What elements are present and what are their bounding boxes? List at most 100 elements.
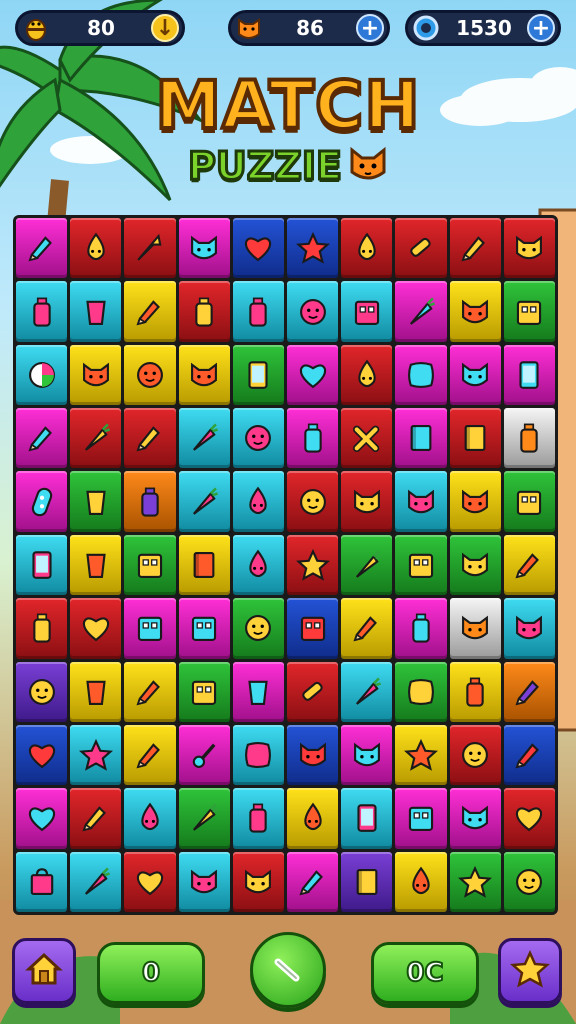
board-tile[interactable] [232, 281, 284, 342]
board-tile[interactable] [503, 788, 555, 849]
board-tile[interactable] [16, 661, 68, 722]
board-tile[interactable] [449, 788, 501, 849]
board-tile[interactable] [449, 534, 501, 596]
board-tile[interactable] [287, 851, 339, 912]
board-tile[interactable] [503, 408, 555, 469]
board-tile[interactable] [16, 218, 68, 279]
plus-icon[interactable]: + [527, 14, 555, 42]
board-tile[interactable] [287, 788, 339, 849]
board-tile[interactable] [449, 408, 501, 469]
board-tile[interactable] [395, 281, 447, 342]
board-tile[interactable] [341, 724, 393, 786]
board-tile[interactable] [503, 661, 555, 722]
board-tile[interactable] [449, 344, 501, 406]
board-tile[interactable] [178, 471, 230, 532]
board-tile[interactable] [287, 344, 339, 406]
board-tile[interactable] [395, 598, 447, 659]
board-tile[interactable] [124, 598, 176, 659]
board-tile[interactable] [232, 788, 284, 849]
board-tile[interactable] [16, 598, 68, 659]
board-tile[interactable] [70, 218, 122, 279]
board-tile[interactable] [287, 724, 339, 786]
board-tile[interactable] [178, 534, 230, 596]
board-tile[interactable] [124, 344, 176, 406]
board-tile[interactable] [341, 851, 393, 912]
download-arrow-icon[interactable]: ↓ [151, 14, 179, 42]
board-tile[interactable] [232, 598, 284, 659]
board-tile[interactable] [232, 851, 284, 912]
home-button[interactable] [12, 938, 76, 1004]
board-tile[interactable] [503, 534, 555, 596]
board-tile[interactable] [70, 281, 122, 342]
board-tile[interactable] [70, 534, 122, 596]
board-tile[interactable] [395, 534, 447, 596]
board-tile[interactable] [178, 281, 230, 342]
board-tile[interactable] [178, 344, 230, 406]
board-tile[interactable] [449, 218, 501, 279]
board-tile[interactable] [16, 408, 68, 469]
board-tile[interactable] [16, 788, 68, 849]
board-tile[interactable] [449, 661, 501, 722]
board-tile[interactable] [124, 408, 176, 469]
right-counter-button[interactable]: 0C [371, 942, 479, 1004]
board-tile[interactable] [178, 408, 230, 469]
board-tile[interactable] [70, 724, 122, 786]
board-tile[interactable] [124, 661, 176, 722]
star-button[interactable] [498, 938, 562, 1004]
center-clock-button[interactable] [250, 932, 326, 1008]
plus-icon[interactable]: + [356, 14, 384, 42]
board-tile[interactable] [178, 218, 230, 279]
board-tile[interactable] [124, 724, 176, 786]
board-tile[interactable] [503, 344, 555, 406]
board-tile[interactable] [395, 408, 447, 469]
board-tile[interactable] [395, 344, 447, 406]
board-tile[interactable] [341, 598, 393, 659]
board-tile[interactable] [503, 471, 555, 532]
board-tile[interactable] [70, 408, 122, 469]
board-tile[interactable] [503, 598, 555, 659]
board-tile[interactable] [124, 788, 176, 849]
board-tile[interactable] [287, 218, 339, 279]
board-tile[interactable] [232, 534, 284, 596]
board-tile[interactable] [341, 344, 393, 406]
board-tile[interactable] [16, 471, 68, 532]
board-tile[interactable] [70, 788, 122, 849]
board-tile[interactable] [449, 281, 501, 342]
board-tile[interactable] [178, 724, 230, 786]
board-tile[interactable] [70, 344, 122, 406]
board-tile[interactable] [287, 281, 339, 342]
board-tile[interactable] [124, 281, 176, 342]
left-counter-button[interactable]: 0 [97, 942, 205, 1004]
board-tile[interactable] [178, 851, 230, 912]
board-tile[interactable] [70, 598, 122, 659]
board-tile[interactable] [70, 471, 122, 532]
board-tile[interactable] [16, 344, 68, 406]
board-tile[interactable] [449, 724, 501, 786]
board-tile[interactable] [395, 724, 447, 786]
board-tile[interactable] [341, 661, 393, 722]
board-tile[interactable] [70, 661, 122, 722]
board-tile[interactable] [395, 788, 447, 849]
board-tile[interactable] [341, 471, 393, 532]
board-tile[interactable] [503, 724, 555, 786]
board-tile[interactable] [232, 661, 284, 722]
board-tile[interactable] [178, 598, 230, 659]
board-tile[interactable] [287, 471, 339, 532]
board-tile[interactable] [449, 471, 501, 532]
board-tile[interactable] [287, 534, 339, 596]
board-tile[interactable] [232, 218, 284, 279]
board-tile[interactable] [341, 788, 393, 849]
board-tile[interactable] [503, 218, 555, 279]
board-tile[interactable] [287, 408, 339, 469]
board-tile[interactable] [16, 534, 68, 596]
board-tile[interactable] [449, 851, 501, 912]
board-tile[interactable] [124, 471, 176, 532]
board-tile[interactable] [449, 598, 501, 659]
board-tile[interactable] [395, 661, 447, 722]
board-tile[interactable] [70, 851, 122, 912]
board-tile[interactable] [503, 851, 555, 912]
board-tile[interactable] [341, 408, 393, 469]
board-tile[interactable] [341, 218, 393, 279]
board-tile[interactable] [16, 281, 68, 342]
board-tile[interactable] [16, 724, 68, 786]
